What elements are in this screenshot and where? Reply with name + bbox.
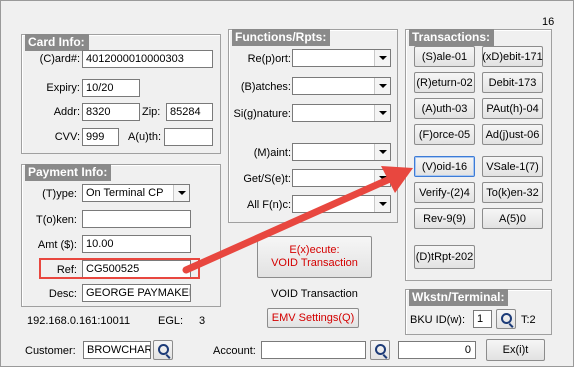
annotation-arrow [182, 166, 413, 274]
annotation-arrow-shaft [182, 174, 396, 274]
